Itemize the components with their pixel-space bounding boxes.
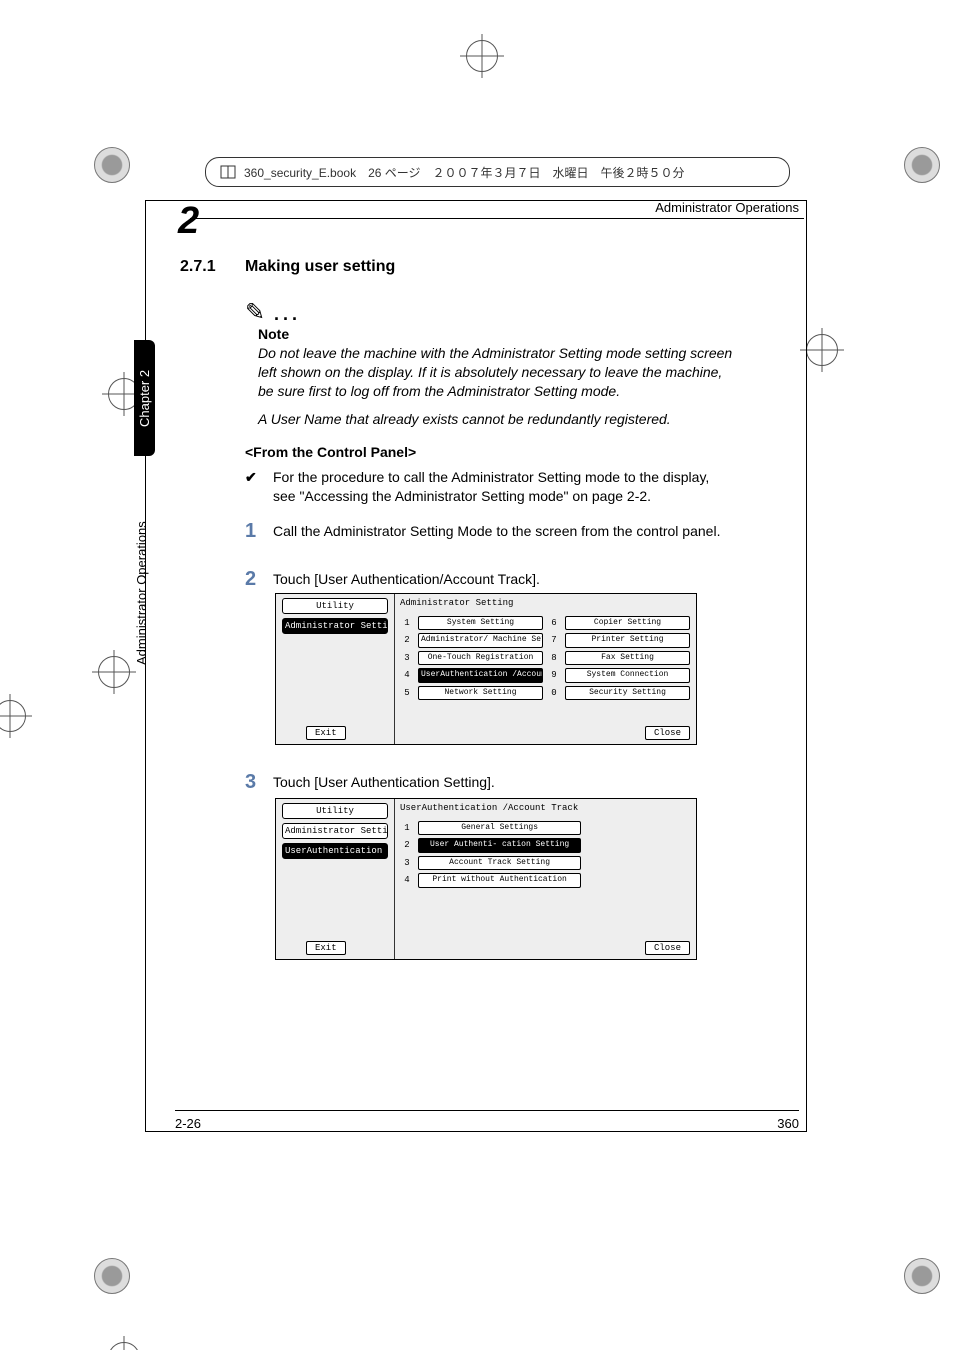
step-1: 1 Call the Administrator Setting Mode to…: [245, 522, 735, 541]
crop-cross: [102, 1336, 146, 1350]
menu-grid: 1 General Settings 2 User Authenti- cati…: [394, 817, 587, 892]
note-label: Note: [258, 326, 289, 342]
menu-num: 6: [547, 616, 561, 630]
step-3: 3 Touch [User Authentication Setting].: [245, 773, 735, 792]
menu-num: 5: [400, 686, 414, 700]
user-auth-account-track-button[interactable]: UserAuthentication /Account Track: [418, 668, 543, 682]
crop-cross: [0, 694, 32, 738]
pageline: 360_security_E.book 26 ページ ２００７年３月７日 水曜日…: [205, 157, 790, 187]
step-text: Touch [User Authentication/Account Track…: [273, 570, 735, 589]
menu-num: 9: [547, 668, 561, 682]
footer-page-number: 2-26: [175, 1116, 201, 1131]
panel-title: UserAuthentication /Account Track: [400, 803, 690, 813]
one-touch-registration-button[interactable]: One-Touch Registration: [418, 651, 543, 665]
menu-grid: 1 System Setting 6 Copier Setting 2 Admi…: [394, 612, 696, 704]
bullet-text: For the procedure to call the Administra…: [273, 468, 735, 506]
menu-num: 3: [400, 651, 414, 665]
crop-circle: [94, 147, 130, 183]
note-body-1: Do not leave the machine with the Admini…: [258, 344, 736, 401]
close-button[interactable]: Close: [645, 726, 690, 740]
fax-setting-button[interactable]: Fax Setting: [565, 651, 690, 665]
sidebar-section-label: Administrator Operations: [134, 465, 149, 665]
panel-left-column: Utility Administrator Setting UserAuthen…: [276, 799, 395, 959]
menu-num: 2: [400, 633, 414, 647]
user-auth-setting-button[interactable]: User Authenti- cation Setting: [418, 838, 581, 852]
menu-num: 8: [547, 651, 561, 665]
crop-cross: [92, 650, 136, 694]
admin-setting-pill[interactable]: Administrator Setting: [282, 823, 388, 839]
menu-num: 2: [400, 838, 414, 852]
system-connection-button[interactable]: System Connection: [565, 668, 690, 682]
footer-rule: [175, 1110, 799, 1111]
menu-num: 0: [547, 686, 561, 700]
general-settings-button[interactable]: General Settings: [418, 821, 581, 835]
menu-num: 3: [400, 856, 414, 870]
crop-circle: [904, 147, 940, 183]
pageline-text: 360_security_E.book 26 ページ ２００７年３月７日 水曜日…: [244, 164, 685, 181]
admin-machine-setting-button[interactable]: Administrator/ Machine Setting: [418, 633, 543, 647]
step-number: 3: [245, 769, 256, 796]
step-text: Touch [User Authentication Setting].: [273, 773, 735, 792]
step-2: 2 Touch [User Authentication/Account Tra…: [245, 570, 735, 589]
chapter-number-large: 2: [178, 200, 199, 243]
control-panel-screenshot-1: Utility Administrator Setting Exit Admin…: [275, 593, 697, 745]
menu-num: 1: [400, 616, 414, 630]
footer-model: 360: [777, 1116, 799, 1131]
print-without-auth-button[interactable]: Print without Authentication: [418, 873, 581, 887]
admin-setting-pill[interactable]: Administrator Setting: [282, 618, 388, 634]
panel-title: Administrator Setting: [400, 598, 690, 608]
panel-right-column: UserAuthentication /Account Track 1 Gene…: [394, 799, 696, 959]
crop-circle: [94, 1258, 130, 1294]
panel-right-column: Administrator Setting 1 System Setting 6…: [394, 594, 696, 744]
note-dots: ...: [274, 304, 301, 325]
step-number: 2: [245, 566, 256, 593]
note-pen-icon: ✎: [245, 298, 265, 327]
crop-circle: [904, 1258, 940, 1294]
step-text: Call the Administrator Setting Mode to t…: [273, 522, 735, 541]
menu-num: 4: [400, 873, 414, 887]
header-right: Administrator Operations: [655, 200, 799, 215]
printer-setting-button[interactable]: Printer Setting: [565, 633, 690, 647]
book-icon: [220, 164, 236, 180]
menu-num: 1: [400, 821, 414, 835]
menu-num: 7: [547, 633, 561, 647]
step-number: 1: [245, 518, 256, 545]
check-icon: ✔: [245, 468, 257, 487]
copier-setting-button[interactable]: Copier Setting: [565, 616, 690, 630]
network-setting-button[interactable]: Network Setting: [418, 686, 543, 700]
exit-button[interactable]: Exit: [306, 726, 346, 740]
subhead: <From the Control Panel>: [245, 444, 416, 460]
header-rule: [190, 218, 804, 219]
sidebar-chapter-tab: Chapter 2: [134, 340, 155, 456]
menu-num: 4: [400, 668, 414, 682]
system-setting-button[interactable]: System Setting: [418, 616, 543, 630]
crop-cross: [460, 34, 504, 78]
section-number: 2.7.1: [180, 258, 216, 276]
control-panel-screenshot-2: Utility Administrator Setting UserAuthen…: [275, 798, 697, 960]
utility-pill[interactable]: Utility: [282, 803, 388, 819]
account-track-setting-button[interactable]: Account Track Setting: [418, 856, 581, 870]
security-setting-button[interactable]: Security Setting: [565, 686, 690, 700]
exit-button[interactable]: Exit: [306, 941, 346, 955]
utility-pill[interactable]: Utility: [282, 598, 388, 614]
close-button[interactable]: Close: [645, 941, 690, 955]
bullet-prereq: ✔ For the procedure to call the Administ…: [245, 468, 735, 506]
note-body-2: A User Name that already exists cannot b…: [258, 410, 736, 429]
panel-left-column: Utility Administrator Setting Exit: [276, 594, 395, 744]
section-title: Making user setting: [245, 258, 395, 276]
user-auth-account-track-pill[interactable]: UserAuthentication /Account Track: [282, 843, 388, 859]
